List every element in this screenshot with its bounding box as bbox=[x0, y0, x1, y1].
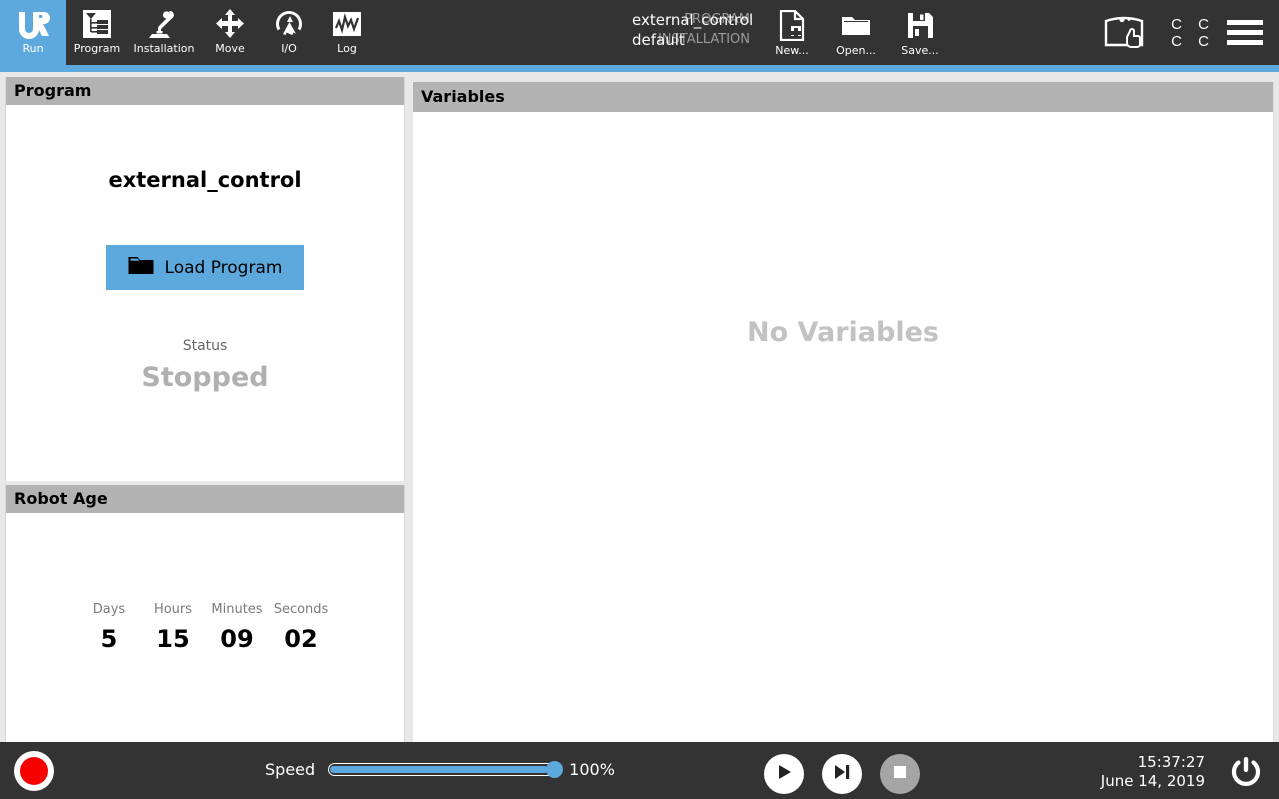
teach-pendant-app: Run Program bbox=[0, 0, 1279, 799]
cc-indicator-0: C bbox=[1171, 16, 1182, 33]
robot-age-minutes-label: Minutes bbox=[205, 601, 269, 619]
open-folder-icon bbox=[841, 9, 871, 41]
program-name-value: external_control bbox=[632, 10, 753, 30]
cc-indicator-2: C bbox=[1171, 33, 1182, 50]
new-button[interactable]: New... bbox=[760, 5, 824, 63]
speed-slider-knob[interactable] bbox=[546, 761, 563, 778]
nav-label-log: Log bbox=[337, 43, 357, 55]
variables-panel-body: No Variables Show Waypoints bbox=[413, 112, 1273, 799]
io-gauge-icon bbox=[269, 6, 309, 42]
log-graph-icon bbox=[327, 6, 367, 42]
main-navigation: Run Program bbox=[0, 0, 376, 65]
speed-label: Speed bbox=[265, 760, 315, 779]
stop-icon bbox=[891, 763, 909, 785]
open-button[interactable]: Open... bbox=[824, 5, 888, 63]
robot-arm-icon bbox=[144, 6, 184, 42]
robot-age-days-label: Days bbox=[77, 601, 141, 619]
load-program-button-label: Load Program bbox=[165, 258, 283, 278]
nav-item-installation[interactable]: Installation bbox=[128, 0, 200, 65]
robot-age-seconds-value: 02 bbox=[269, 623, 333, 655]
nav-label-installation: Installation bbox=[134, 43, 195, 55]
program-info-values: external_control default bbox=[632, 10, 753, 50]
hamburger-bar-1 bbox=[1227, 20, 1263, 25]
emergency-stop-inner bbox=[20, 757, 48, 785]
hamburger-menu-icon[interactable] bbox=[1217, 20, 1273, 45]
folder-icon bbox=[128, 255, 154, 281]
speed-value: 100% bbox=[569, 760, 615, 779]
stop-button bbox=[880, 754, 920, 794]
robot-age-seconds: Seconds 02 bbox=[269, 601, 333, 655]
power-icon bbox=[1226, 753, 1266, 797]
step-button[interactable] bbox=[822, 754, 862, 794]
move-arrows-icon bbox=[210, 6, 250, 42]
cc-indicator-3: C bbox=[1198, 33, 1209, 50]
nav-label-run: Run bbox=[22, 43, 43, 55]
save-disk-icon bbox=[907, 9, 934, 41]
save-button[interactable]: Save... bbox=[888, 5, 952, 63]
loaded-program-name: external_control bbox=[6, 168, 404, 192]
step-icon bbox=[832, 762, 852, 786]
clock: 15:37:27 June 14, 2019 bbox=[1101, 753, 1205, 791]
program-panel: Program external_control Load Program St… bbox=[5, 77, 405, 481]
emergency-stop-icon[interactable] bbox=[14, 751, 54, 791]
top-header: Run Program bbox=[0, 0, 1279, 65]
power-button[interactable] bbox=[1225, 754, 1267, 796]
main-content: Program external_control Load Program St… bbox=[0, 72, 1279, 742]
nav-label-program: Program bbox=[74, 43, 120, 55]
nav-item-move[interactable]: Move bbox=[200, 0, 260, 65]
robot-age-hours-value: 15 bbox=[141, 623, 205, 655]
speed-control: Speed 100% bbox=[265, 760, 615, 779]
nav-item-run[interactable]: Run bbox=[0, 0, 66, 65]
nav-item-io[interactable]: I/O bbox=[260, 0, 318, 65]
play-icon bbox=[774, 762, 794, 786]
robot-age-seconds-label: Seconds bbox=[269, 601, 333, 619]
nav-label-move: Move bbox=[215, 43, 245, 55]
header-right-icons: C C C C bbox=[1089, 0, 1279, 65]
hamburger-bar-3 bbox=[1227, 40, 1263, 45]
variables-panel: Variables No Variables Show Waypoints bbox=[413, 82, 1274, 799]
clock-date: June 14, 2019 bbox=[1101, 772, 1205, 791]
new-file-icon bbox=[779, 9, 805, 41]
hamburger-bar-2 bbox=[1227, 30, 1263, 35]
cc-indicator-grid[interactable]: C C C C bbox=[1163, 16, 1217, 50]
program-panel-title: Program bbox=[6, 77, 404, 105]
transport-controls bbox=[764, 754, 920, 794]
new-button-label: New... bbox=[775, 44, 808, 57]
header-accent-underline bbox=[0, 65, 1279, 72]
nav-item-log[interactable]: Log bbox=[318, 0, 376, 65]
speed-slider-fill bbox=[330, 766, 548, 773]
installation-name-value: default bbox=[632, 30, 753, 50]
bottom-toolbar: Speed 100% bbox=[0, 742, 1279, 799]
load-program-button[interactable]: Load Program bbox=[106, 245, 304, 290]
nav-item-program[interactable]: Program bbox=[66, 0, 128, 65]
program-tree-icon bbox=[77, 6, 117, 42]
pendant-settings-button[interactable] bbox=[1089, 13, 1159, 53]
status-label: Status bbox=[6, 338, 404, 354]
save-button-label: Save... bbox=[901, 44, 939, 57]
robot-age-hours: Hours 15 bbox=[141, 601, 205, 655]
robot-age-grid: Days 5 Hours 15 Minutes 09 Seconds 02 bbox=[6, 601, 404, 655]
cc-indicator-1: C bbox=[1198, 16, 1209, 33]
open-button-label: Open... bbox=[836, 44, 876, 57]
robot-age-minutes: Minutes 09 bbox=[205, 601, 269, 655]
robot-age-days-value: 5 bbox=[77, 623, 141, 655]
ur-logo-icon bbox=[13, 6, 53, 42]
nav-label-io: I/O bbox=[281, 43, 297, 55]
play-button[interactable] bbox=[764, 754, 804, 794]
speed-slider[interactable] bbox=[328, 763, 556, 776]
no-variables-message: No Variables bbox=[413, 317, 1273, 348]
variables-panel-title: Variables bbox=[413, 82, 1273, 112]
clock-time: 15:37:27 bbox=[1101, 753, 1205, 772]
status-value: Stopped bbox=[6, 362, 404, 393]
file-actions: New... Open... bbox=[760, 5, 952, 63]
robot-age-days: Days 5 bbox=[77, 601, 141, 655]
program-panel-body: external_control Load Program Status Sto… bbox=[6, 105, 404, 481]
teach-pendant-touch-icon bbox=[1100, 13, 1148, 53]
robot-age-panel-title: Robot Age bbox=[6, 485, 404, 513]
robot-age-hours-label: Hours bbox=[141, 601, 205, 619]
robot-age-minutes-value: 09 bbox=[205, 623, 269, 655]
